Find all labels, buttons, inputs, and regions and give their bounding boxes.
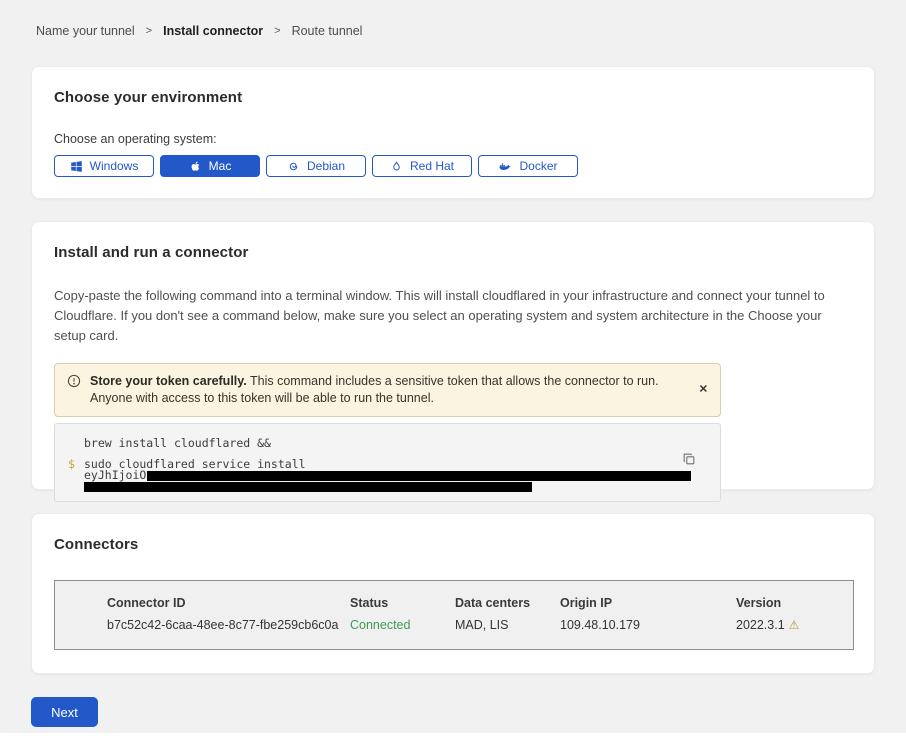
breadcrumb-step-route-tunnel[interactable]: Route tunnel: [292, 24, 363, 38]
warning-text: Store your token carefully. This command…: [90, 373, 690, 407]
choose-environment-title: Choose your environment: [54, 89, 852, 106]
os-prompt-label: Choose an operating system:: [54, 132, 852, 146]
breadcrumb-separator: >: [274, 25, 280, 37]
terminal-prompt: $: [68, 457, 75, 471]
install-connector-card: Install and run a connector Copy-paste t…: [31, 221, 875, 490]
redhat-icon: [390, 160, 403, 173]
install-description: Copy-paste the following command into a …: [54, 286, 844, 346]
redacted-token-bar: [147, 471, 691, 481]
data-centers-cell: MAD, LIS: [455, 618, 560, 632]
windows-icon: [70, 160, 83, 173]
breadcrumb-step-install-connector[interactable]: Install connector: [163, 24, 263, 38]
origin-ip-cell: 109.48.10.179: [560, 618, 736, 632]
warning-bold-text: Store your token carefully.: [90, 374, 247, 388]
os-button-label: Windows: [90, 159, 139, 173]
os-button-debian[interactable]: Debian: [266, 155, 366, 177]
os-button-label: Debian: [307, 159, 345, 173]
connectors-title: Connectors: [54, 536, 852, 553]
os-button-label: Mac: [209, 159, 232, 173]
code-line-token: eyJhIjoiO: [84, 470, 694, 481]
os-button-mac[interactable]: Mac: [160, 155, 260, 177]
debian-icon: [287, 160, 300, 173]
install-command-code-block: $ brew install cloudflared && sudo cloud…: [54, 423, 721, 502]
breadcrumb: Name your tunnel > Install connector > R…: [0, 0, 906, 38]
version-value: 2022.3.1: [736, 618, 785, 632]
redacted-token-bar: [84, 482, 532, 492]
next-button[interactable]: Next: [31, 697, 98, 727]
column-header-version: Version: [736, 596, 853, 610]
os-button-label: Red Hat: [410, 159, 454, 173]
connector-id-cell: b7c52c42-6caa-48ee-8c77-fbe259cb6c0a: [107, 618, 350, 632]
connectors-table-header: Connector ID Status Data centers Origin …: [107, 596, 853, 610]
apple-icon: [189, 160, 202, 173]
os-button-redhat[interactable]: Red Hat: [372, 155, 472, 177]
connectors-table: Connector ID Status Data centers Origin …: [54, 580, 854, 650]
alert-circle-icon: [67, 374, 81, 393]
token-warning-banner: Store your token carefully. This command…: [54, 363, 721, 417]
breadcrumb-separator: >: [146, 25, 152, 37]
os-button-label: Docker: [519, 159, 557, 173]
docker-icon: [498, 160, 512, 173]
choose-environment-card: Choose your environment Choose an operat…: [31, 66, 875, 199]
warning-triangle-icon: ⚠: [789, 618, 800, 632]
os-button-windows[interactable]: Windows: [54, 155, 154, 177]
token-prefix: eyJhIjoiO: [84, 470, 146, 481]
copy-icon[interactable]: [682, 452, 696, 469]
status-badge: Connected: [350, 618, 455, 632]
table-row: b7c52c42-6caa-48ee-8c77-fbe259cb6c0a Con…: [107, 618, 853, 632]
column-header-origin-ip: Origin IP: [560, 596, 736, 610]
bottom-strip: [0, 733, 906, 740]
column-header-connector-id: Connector ID: [107, 596, 350, 610]
os-button-row: Windows Mac Debian Red Hat Docker: [54, 155, 852, 177]
connectors-card: Connectors Connector ID Status Data cent…: [31, 513, 875, 674]
code-line-service-install: sudo cloudflared service install: [84, 458, 694, 470]
install-connector-title: Install and run a connector: [54, 244, 844, 261]
code-line-brew-install: brew install cloudflared &&: [84, 437, 694, 449]
close-icon[interactable]: ✕: [699, 385, 708, 396]
column-header-status: Status: [350, 596, 455, 610]
version-cell: 2022.3.1 ⚠: [736, 618, 853, 632]
breadcrumb-step-name-your-tunnel[interactable]: Name your tunnel: [36, 24, 135, 38]
column-header-data-centers: Data centers: [455, 596, 560, 610]
os-button-docker[interactable]: Docker: [478, 155, 578, 177]
